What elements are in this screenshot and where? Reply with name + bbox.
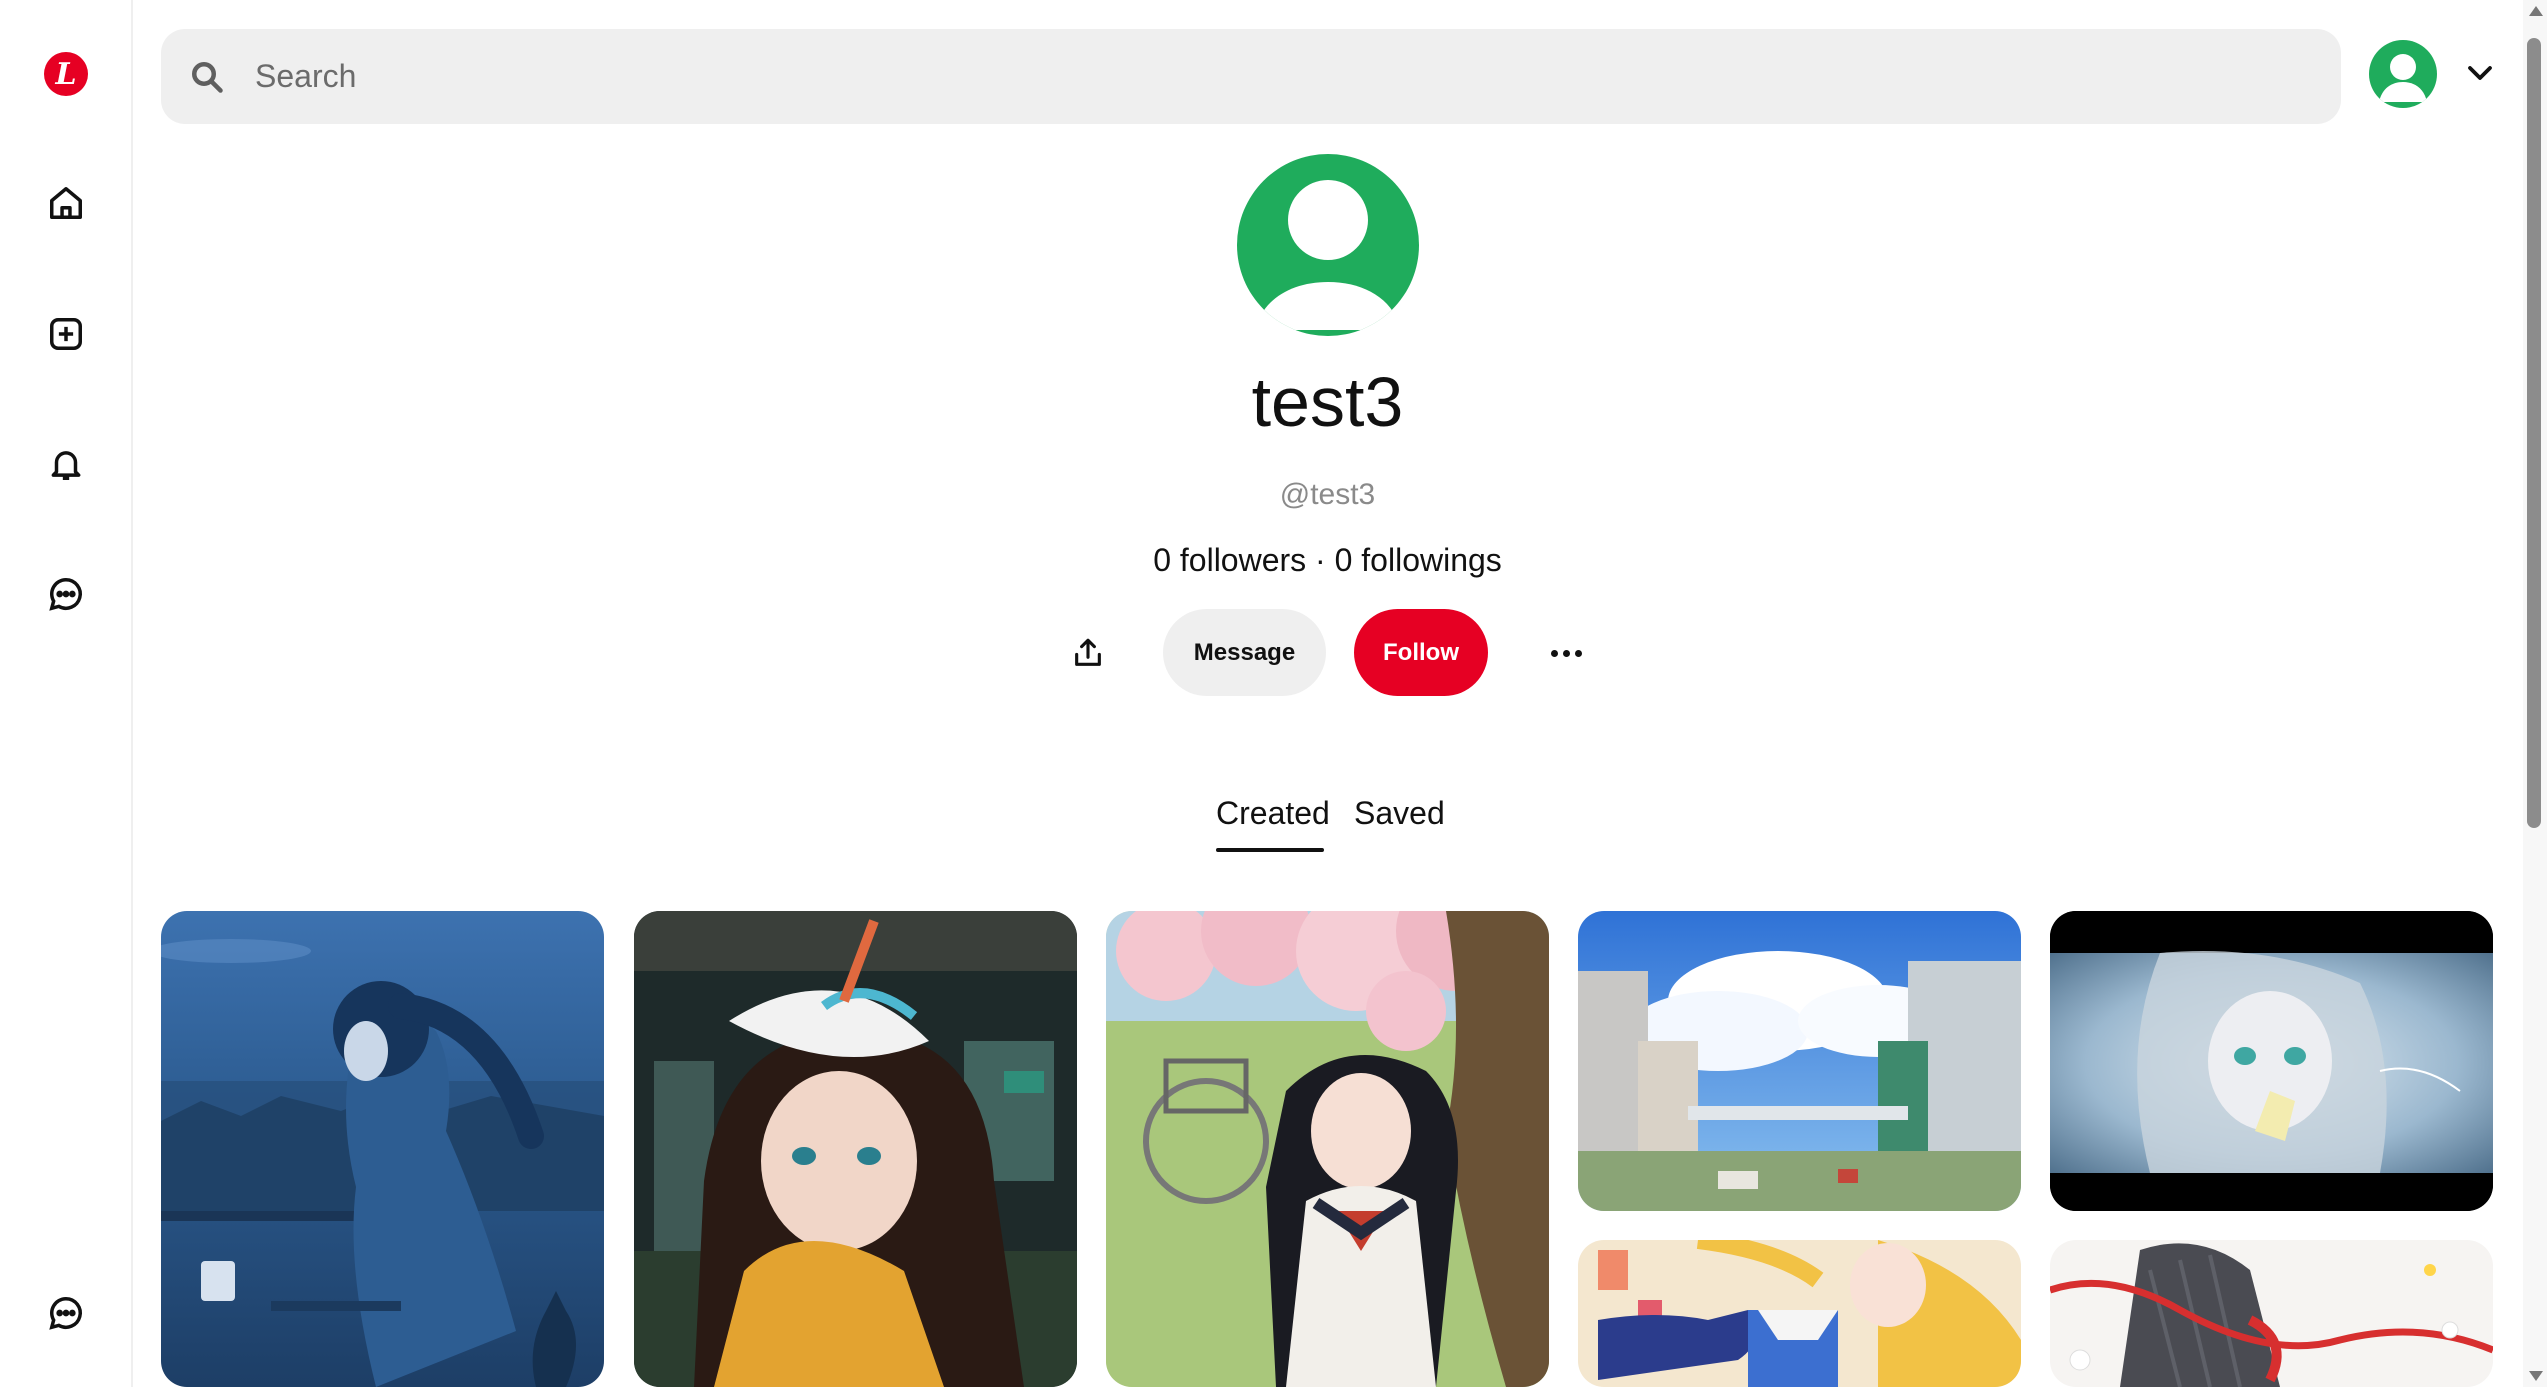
pin-card[interactable] bbox=[1106, 911, 1549, 1387]
scroll-down-arrow[interactable] bbox=[2529, 1371, 2543, 1381]
search-icon bbox=[192, 61, 223, 93]
pin-card[interactable] bbox=[1578, 1240, 2021, 1387]
pin-card[interactable] bbox=[634, 911, 1077, 1387]
tab-saved[interactable]: Saved bbox=[1354, 795, 1445, 832]
profile-display-name: test3 bbox=[1251, 363, 1404, 441]
page-scrollbar[interactable] bbox=[2523, 0, 2547, 1387]
follow-button[interactable]: Follow bbox=[1354, 609, 1488, 696]
profile-handle: @test3 bbox=[1279, 478, 1376, 511]
account-avatar[interactable] bbox=[2369, 40, 2437, 108]
profile-avatar bbox=[1237, 154, 1419, 336]
chevron-down-icon[interactable] bbox=[2465, 60, 2495, 86]
share-button[interactable] bbox=[1060, 620, 1116, 686]
pin-card[interactable] bbox=[1578, 911, 2021, 1211]
sidebar: L bbox=[0, 0, 133, 1387]
create-icon[interactable] bbox=[35, 303, 97, 365]
logo[interactable]: L bbox=[44, 52, 88, 96]
search-bar[interactable] bbox=[161, 29, 2341, 124]
more-icon[interactable] bbox=[1540, 630, 1592, 676]
active-tab-indicator bbox=[1216, 848, 1324, 852]
share-icon bbox=[1075, 638, 1101, 666]
message-button[interactable]: Message bbox=[1163, 609, 1326, 696]
pin-card[interactable] bbox=[161, 911, 604, 1387]
scroll-up-arrow[interactable] bbox=[2529, 6, 2543, 16]
home-icon[interactable] bbox=[35, 172, 97, 234]
search-input[interactable] bbox=[253, 57, 2257, 96]
help-chat-icon[interactable] bbox=[35, 1282, 97, 1344]
pin-card[interactable] bbox=[2050, 911, 2493, 1211]
follow-stats[interactable]: 0 followers · 0 followings bbox=[0, 542, 2547, 579]
tab-created[interactable]: Created bbox=[1216, 795, 1330, 832]
pin-card[interactable] bbox=[2050, 1240, 2493, 1387]
